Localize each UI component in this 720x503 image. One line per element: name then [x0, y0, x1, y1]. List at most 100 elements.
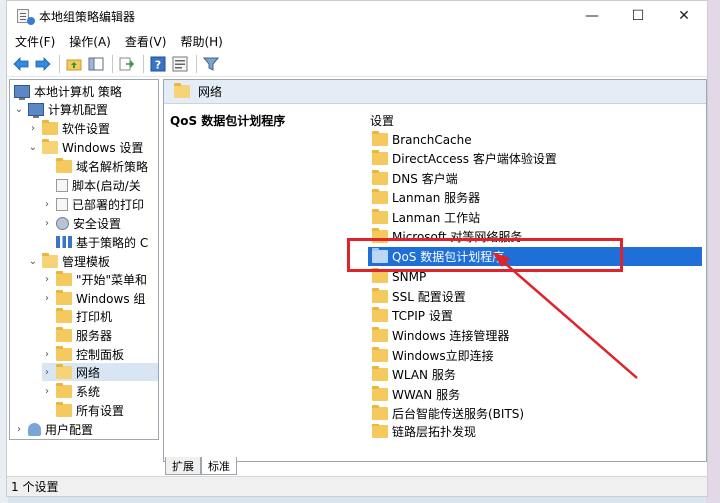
list-item-label: Lanman 工作站: [392, 211, 481, 225]
list-item[interactable]: 链路层拓扑发现: [368, 424, 702, 438]
window-controls: — ☐ ✕: [569, 1, 707, 31]
list-item[interactable]: TCPIP 设置: [368, 306, 702, 325]
settings-column-header[interactable]: 设置: [370, 112, 394, 129]
folder-icon: [56, 345, 72, 361]
folder-icon: [56, 326, 72, 342]
chevron-right-icon[interactable]: ›: [42, 274, 52, 285]
list-item[interactable]: Lanman 服务器: [368, 188, 702, 207]
menu-help[interactable]: 帮助(H): [180, 33, 222, 50]
description-title: QoS 数据包计划程序: [170, 114, 286, 128]
tree-item-server[interactable]: 服务器: [56, 326, 112, 344]
tree-item-security-settings[interactable]: › 安全设置: [42, 214, 121, 232]
toolbar-separator: [112, 54, 113, 73]
list-item-label: TCPIP 设置: [392, 309, 453, 323]
tree-item-printers[interactable]: 打印机: [56, 307, 112, 325]
tree-item-policy-qos[interactable]: 基于策略的 C: [56, 233, 148, 251]
list-item[interactable]: BranchCache: [368, 130, 702, 149]
menu-file[interactable]: 文件(F): [15, 33, 55, 50]
settings-icon: [56, 401, 72, 417]
list-item-label: Windows立即连接: [392, 349, 494, 363]
up-folder-icon[interactable]: [64, 54, 84, 74]
tree-item-all-settings[interactable]: 所有设置: [56, 401, 124, 419]
tree-item-windows-components[interactable]: › Windows 组: [42, 289, 145, 307]
tree-item-system[interactable]: › 系统: [42, 382, 100, 400]
list-item[interactable]: Windows立即连接: [368, 346, 702, 365]
chevron-right-icon[interactable]: ›: [42, 199, 52, 210]
tree-item-scripts[interactable]: 脚本(启动/关: [56, 176, 141, 194]
chevron-down-icon[interactable]: ⌄: [28, 256, 38, 267]
chevron-right-icon[interactable]: ›: [42, 218, 52, 229]
chevron-right-icon[interactable]: ›: [28, 123, 38, 134]
tree-item-network[interactable]: › 网络: [42, 363, 158, 381]
chevron-right-icon[interactable]: ›: [42, 386, 52, 397]
list-item[interactable]: 后台智能传送服务(BITS): [368, 404, 702, 423]
folder-icon: [372, 189, 388, 204]
status-bar: 1 个设置: [7, 476, 707, 496]
minimize-button[interactable]: —: [569, 1, 615, 31]
gpedit-app-icon: [17, 9, 35, 25]
list-item-label: WLAN 服务: [392, 368, 456, 382]
list-item-label: Windows 连接管理器: [392, 329, 510, 343]
filter-icon[interactable]: [201, 54, 221, 74]
chevron-right-icon[interactable]: ›: [42, 293, 52, 304]
list-item[interactable]: WWAN 服务: [368, 385, 702, 404]
menu-bar: 文件(F) 操作(A) 查看(V) 帮助(H): [7, 31, 707, 51]
list-item[interactable]: WLAN 服务: [368, 365, 702, 384]
list-item[interactable]: Lanman 工作站: [368, 208, 702, 227]
folder-icon: [372, 170, 388, 185]
folder-icon: [372, 131, 388, 146]
back-arrow-icon[interactable]: [11, 54, 31, 74]
chevron-right-icon[interactable]: ›: [42, 349, 52, 360]
tree-item-label: 管理模板: [62, 254, 111, 269]
chevron-right-icon[interactable]: ›: [42, 367, 52, 378]
list-item[interactable]: DirectAccess 客户端体验设置: [368, 149, 702, 168]
menu-action[interactable]: 操作(A): [69, 33, 111, 50]
tree-item-label: 脚本(启动/关: [72, 178, 141, 193]
toolbar-separator: [143, 54, 144, 73]
security-icon: [56, 216, 69, 230]
window-title: 本地组策略编辑器: [39, 9, 136, 24]
folder-icon: [372, 150, 388, 165]
maximize-button[interactable]: ☐: [615, 1, 661, 31]
policy-icon: [14, 84, 30, 100]
tab-extended[interactable]: 扩展: [165, 457, 201, 475]
list-item[interactable]: SSL 配置设置: [368, 287, 702, 306]
forward-arrow-icon[interactable]: [33, 54, 53, 74]
folder-icon: [56, 289, 72, 305]
tab-standard[interactable]: 标准: [201, 457, 237, 475]
tree-item-label: Windows 设置: [62, 140, 144, 155]
export-icon[interactable]: [117, 54, 137, 74]
tree-item-software-settings[interactable]: › 软件设置: [28, 119, 110, 137]
list-item[interactable]: Windows 连接管理器: [368, 326, 702, 345]
chevron-right-icon[interactable]: ›: [14, 424, 24, 435]
folder-icon: [56, 157, 72, 173]
folder-icon: [372, 307, 388, 322]
tree-item-start-menu[interactable]: › "开始"菜单和: [42, 270, 147, 288]
tree-item-label: Windows 组: [76, 291, 146, 306]
tree-item-label: 打印机: [76, 309, 113, 324]
close-button[interactable]: ✕: [661, 1, 707, 31]
folder-icon: [372, 366, 388, 381]
tree-item-label: 控制面板: [76, 347, 125, 362]
help-icon[interactable]: ?: [148, 54, 168, 74]
chevron-down-icon[interactable]: ⌄: [28, 142, 38, 153]
tree-item-computer-config[interactable]: ⌄ 计算机配置: [14, 100, 108, 118]
folder-icon: [56, 307, 72, 323]
chevron-down-icon[interactable]: ⌄: [14, 104, 24, 115]
menu-view[interactable]: 查看(V): [125, 33, 167, 50]
tree-item-local-policy[interactable]: 本地计算机 策略: [14, 82, 122, 100]
list-item[interactable]: DNS 客户端: [368, 169, 702, 188]
tree-item-admin-templates[interactable]: ⌄ 管理模板: [28, 252, 110, 270]
show-tree-icon[interactable]: [86, 54, 106, 74]
properties-icon[interactable]: [170, 54, 190, 74]
folder-icon: [42, 119, 58, 135]
tree-item-label: 计算机配置: [48, 102, 109, 117]
tree-item-label: 系统: [76, 384, 101, 399]
tree-item-windows-settings[interactable]: ⌄ Windows 设置: [28, 138, 143, 156]
list-item-label: DirectAccess 客户端体验设置: [392, 152, 557, 166]
tree-item-deployed-printers[interactable]: › 已部署的打印: [42, 195, 144, 213]
tree-item-dns-policy[interactable]: 域名解析策略: [56, 157, 148, 175]
tree-item-label: 域名解析策略: [76, 159, 149, 174]
tree-item-user-config[interactable]: › 用户配置: [14, 420, 93, 438]
tree-item-control-panel[interactable]: › 控制面板: [42, 345, 124, 363]
